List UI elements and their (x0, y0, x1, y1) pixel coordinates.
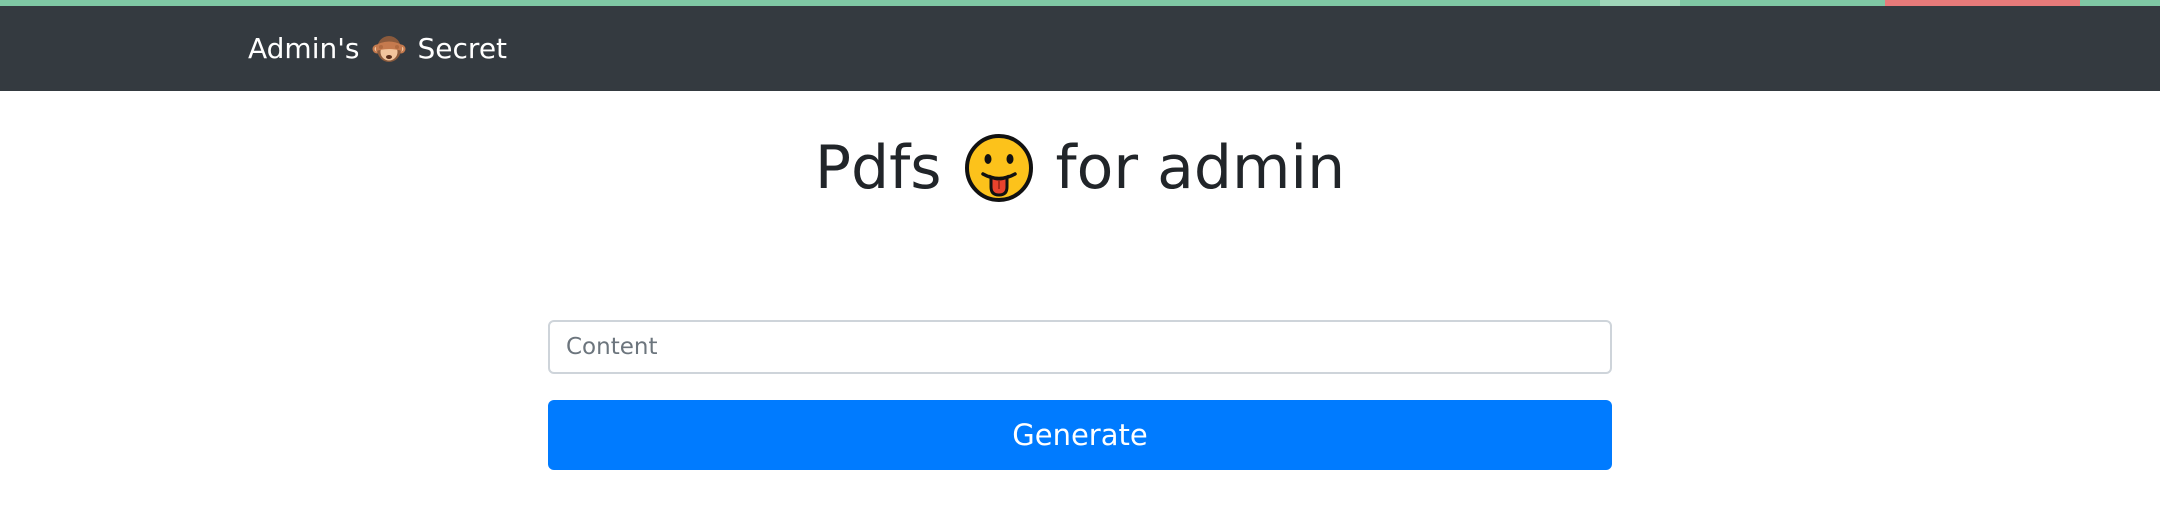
page-title: Pdfs for admin (0, 128, 2160, 208)
generate-button[interactable]: Generate (548, 400, 1612, 470)
see-no-evil-monkey-icon (372, 32, 406, 66)
content-input[interactable] (548, 320, 1612, 374)
title-prefix: Pdfs (814, 133, 942, 203)
navbar: Admin's Secret (0, 6, 2160, 91)
brand-suffix: Secret (417, 32, 508, 65)
face-with-tongue-icon (964, 133, 1034, 203)
navbar-brand[interactable]: Admin's Secret (248, 32, 507, 66)
brand-prefix: Admin's (248, 32, 360, 65)
title-suffix: for admin (1055, 133, 1346, 203)
